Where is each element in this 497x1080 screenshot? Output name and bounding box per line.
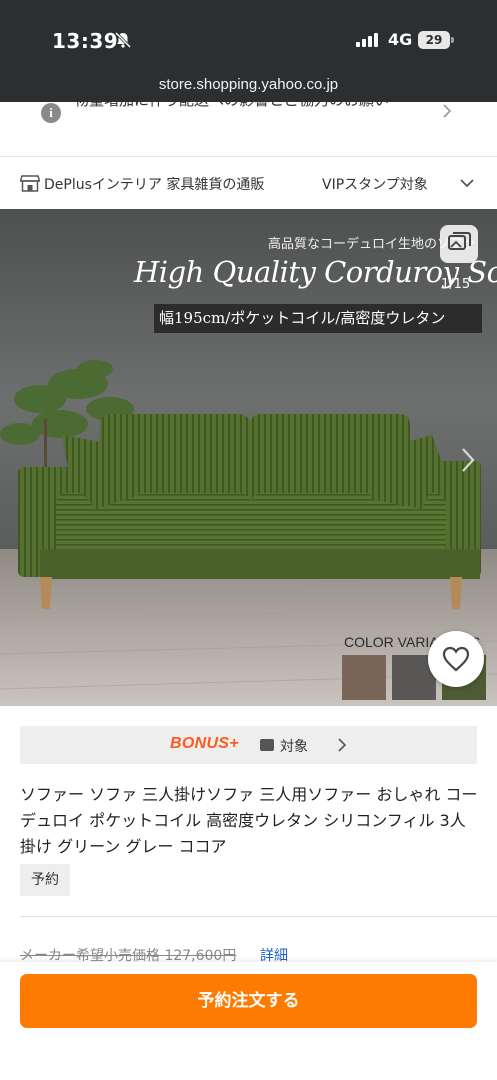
url-bar[interactable]: store.shopping.yahoo.co.jp	[0, 76, 497, 93]
heart-icon	[442, 646, 470, 672]
bonus-bar[interactable]: BONUS+ 対象	[20, 726, 477, 764]
bonus-icon	[260, 739, 274, 751]
chevron-right-icon[interactable]	[458, 445, 478, 475]
image-counter: 1/15	[441, 277, 471, 292]
store-name[interactable]: DePlusインテリア 家具雑貨の通販	[44, 174, 264, 194]
reserve-order-button[interactable]: 予約注文する	[20, 974, 477, 1028]
info-icon: i	[41, 103, 61, 123]
status-time: 13:39	[52, 29, 119, 53]
battery-icon: 29	[418, 31, 450, 49]
signal-icon	[356, 33, 380, 47]
swatch-cocoa	[342, 655, 386, 700]
notice-text: 物量増加に伴う配送への影響とご協力のお願い	[74, 102, 424, 112]
favorite-button[interactable]	[428, 631, 484, 687]
chevron-down-icon[interactable]	[459, 175, 475, 191]
bonus-target-label: 対象	[280, 739, 308, 755]
bonus-logo: BONUS+	[170, 735, 239, 752]
store-row[interactable]: DePlusインテリア 家具雑貨の通販 VIPスタンプ対象	[0, 158, 497, 208]
reservation-tag: 予約	[20, 864, 70, 896]
gallery-icon[interactable]	[440, 225, 478, 263]
bell-off-icon	[114, 31, 132, 49]
notice-banner[interactable]: i 物量増加に伴う配送への影響とご協力のお願い	[0, 102, 497, 157]
chevron-right-icon	[338, 738, 347, 752]
store-icon	[20, 175, 40, 192]
product-title: ソファー ソファ 三人掛けソファ 三人用ソファー おしゃれ コーデュロイ ポケッ…	[20, 785, 478, 856]
network-type: 4G	[388, 30, 413, 49]
divider	[20, 916, 497, 917]
bottom-cta-area: 予約注文する	[0, 962, 497, 1080]
hero-spec: 幅195cm/ポケットコイル/高密度ウレタン	[154, 304, 482, 333]
vip-stamp-label: VIPスタンプ対象	[322, 177, 428, 193]
battery-tip	[451, 37, 454, 43]
status-bar: 13:39 4G 29 store.shopping.yahoo.co.jp	[0, 0, 497, 102]
product-image-carousel[interactable]: 高品質なコーデュロイ生地のソファ High Quality Corduroy S…	[0, 209, 497, 706]
chevron-right-icon	[443, 104, 452, 118]
